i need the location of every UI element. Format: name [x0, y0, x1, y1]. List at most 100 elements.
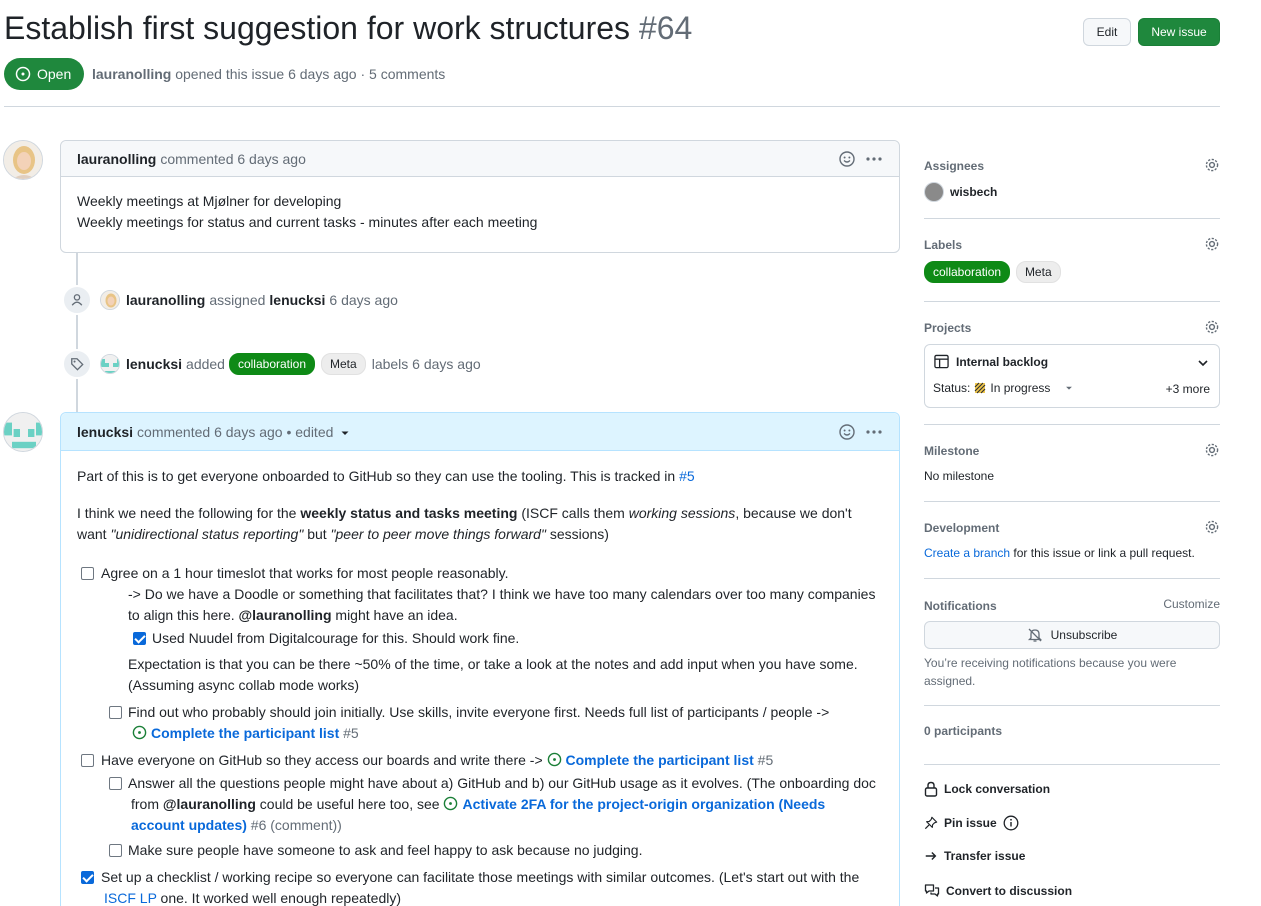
meta-separator: ·: [360, 66, 366, 82]
avatar-lenucksi-small[interactable]: [100, 354, 120, 374]
task-checkbox-checked[interactable]: [133, 632, 146, 645]
comment-author[interactable]: lauranolling: [77, 151, 156, 167]
comment-header: lauranolling commented 6 days ago: [61, 141, 899, 177]
event-actor[interactable]: lenucksi: [126, 356, 182, 372]
label-meta[interactable]: Meta: [321, 353, 366, 375]
task-checkbox[interactable]: [109, 844, 122, 857]
task-checkbox[interactable]: [81, 567, 94, 580]
sidebar-development: Development: [924, 519, 1220, 539]
label-collaboration[interactable]: collaboration: [228, 353, 316, 375]
issue-ref-title[interactable]: Complete the participant list: [151, 725, 339, 741]
assignee-item[interactable]: wisbech: [924, 182, 997, 202]
comment-meta[interactable]: commented 6 days ago • edited: [137, 424, 333, 440]
notification-reason-line: assigned.: [924, 674, 976, 688]
task-text: Answer all the questions people might ha…: [128, 775, 876, 791]
project-name[interactable]: Internal backlog: [956, 355, 1048, 369]
smiley-icon[interactable]: [839, 150, 855, 167]
task-checkbox[interactable]: [81, 754, 94, 767]
comment-author[interactable]: lenucksi: [77, 424, 133, 440]
sidebar-notifications: Notifications Customize: [924, 597, 1220, 617]
smiley-icon[interactable]: [839, 423, 855, 440]
sidebar-heading: Development: [924, 521, 1000, 535]
project-title-row[interactable]: Internal backlog: [934, 354, 1048, 369]
issue-title-text: Establish first suggestion for work stru…: [4, 10, 631, 46]
new-issue-button[interactable]: New issue: [1138, 18, 1220, 46]
task-text: Set up a checklist / working recipe so e…: [101, 869, 860, 885]
gear-icon[interactable]: [1204, 236, 1220, 252]
issue-state-label: Open: [37, 66, 72, 82]
task-text: ISCF LP one. It worked well enough repea…: [104, 888, 401, 906]
label-meta[interactable]: Meta: [1015, 261, 1061, 283]
labels-list: collaboration Meta: [924, 261, 1067, 283]
event-target[interactable]: lenucksi: [269, 292, 325, 308]
project-more[interactable]: +3 more: [1166, 382, 1210, 396]
issue-reference[interactable]: Complete the participant list #5: [132, 723, 359, 744]
task-text: Used Nuudel from Digitalcourage for this…: [152, 630, 520, 646]
issue-ref-title[interactable]: Complete the participant list: [566, 752, 754, 768]
text: could be useful here too, see: [259, 796, 440, 812]
issue-ref-number[interactable]: #6: [251, 817, 267, 833]
project-status-label: Status:: [933, 381, 971, 395]
avatar-lenucksi[interactable]: [3, 412, 43, 452]
task-text: Have everyone on GitHub so they access o…: [101, 750, 773, 771]
text: one. It worked well enough repeatedly): [160, 890, 402, 906]
comments-count: 5 comments: [369, 66, 446, 82]
edit-button[interactable]: Edit: [1083, 18, 1131, 46]
assignee-name[interactable]: wisbech: [950, 185, 997, 199]
person-icon: [62, 285, 92, 315]
gear-icon[interactable]: [1204, 319, 1220, 335]
task-subtext: -> Do we have a Doodle or something that…: [128, 586, 876, 602]
issue-link-5[interactable]: #5: [679, 468, 695, 484]
gear-icon[interactable]: [1204, 519, 1220, 535]
lock-conversation-button[interactable]: Lock conversation: [924, 781, 1050, 797]
comment-line: Weekly meetings at Mjølner for developin…: [77, 193, 342, 209]
kebab-menu-icon[interactable]: [865, 424, 883, 440]
create-branch-link[interactable]: Create a branch: [924, 546, 1010, 560]
convert-to-discussion-button[interactable]: Convert to discussion: [924, 883, 1072, 899]
paragraph: Part of this is to get everyone onboarde…: [77, 466, 695, 487]
avatar-image: [4, 141, 42, 179]
project-status[interactable]: Status: In progress: [933, 381, 1074, 395]
issue-ref-number[interactable]: #5: [758, 752, 774, 768]
task-checkbox[interactable]: [109, 706, 122, 719]
paragraph-text: (ISCF calls them: [521, 505, 625, 521]
sidebar-divider: [924, 501, 1220, 502]
text: from: [131, 796, 159, 812]
avatar-image: [4, 413, 42, 451]
comment-line: Weekly meetings for status and current t…: [77, 214, 538, 230]
gear-icon[interactable]: [1204, 157, 1220, 173]
label-collaboration[interactable]: collaboration: [924, 261, 1011, 283]
task-text: Make sure people have someone to ask and…: [128, 842, 643, 858]
avatar-lauranolling-small[interactable]: [100, 290, 120, 310]
event-actor[interactable]: lauranolling: [126, 292, 205, 308]
avatar-lauranolling[interactable]: [3, 140, 43, 180]
issue-author-link[interactable]: lauranolling: [92, 66, 171, 82]
chevron-down-icon[interactable]: [339, 427, 351, 439]
issue-ref-title[interactable]: account updates): [131, 817, 247, 833]
sidebar-heading: Projects: [924, 321, 972, 335]
pin-issue-button[interactable]: Pin issue: [924, 815, 1019, 831]
issue-opened-text: opened this issue 6 days ago: [175, 66, 357, 82]
customize-link[interactable]: Customize: [1163, 597, 1220, 611]
notification-reason-line: You’re receiving notifications because y…: [924, 656, 1177, 670]
unsubscribe-button[interactable]: Unsubscribe: [924, 621, 1220, 649]
sidebar-divider: [924, 218, 1220, 219]
project-card: Internal backlog Status: In progress +3 …: [924, 344, 1220, 408]
text: (comment)): [270, 817, 342, 833]
iscf-lp-link[interactable]: ISCF LP: [104, 890, 157, 906]
mention-lauranolling[interactable]: @lauranolling: [239, 607, 332, 623]
chevron-down-icon[interactable]: [1197, 357, 1209, 369]
task-checkbox-checked[interactable]: [81, 871, 94, 884]
mention-lauranolling[interactable]: @lauranolling: [163, 796, 256, 812]
pin-icon: [924, 816, 938, 830]
task-checkbox[interactable]: [109, 777, 122, 790]
info-icon[interactable]: [1003, 815, 1019, 831]
kebab-menu-icon[interactable]: [865, 151, 883, 167]
table-icon: [934, 354, 949, 369]
issue-ref-title[interactable]: Activate 2FA for the project-origin orga…: [462, 796, 825, 812]
sidebar-divider: [924, 764, 1220, 765]
sidebar-divider: [924, 301, 1220, 302]
issue-ref-number[interactable]: #5: [343, 725, 359, 741]
transfer-issue-button[interactable]: Transfer issue: [924, 849, 1025, 863]
gear-icon[interactable]: [1204, 442, 1220, 458]
